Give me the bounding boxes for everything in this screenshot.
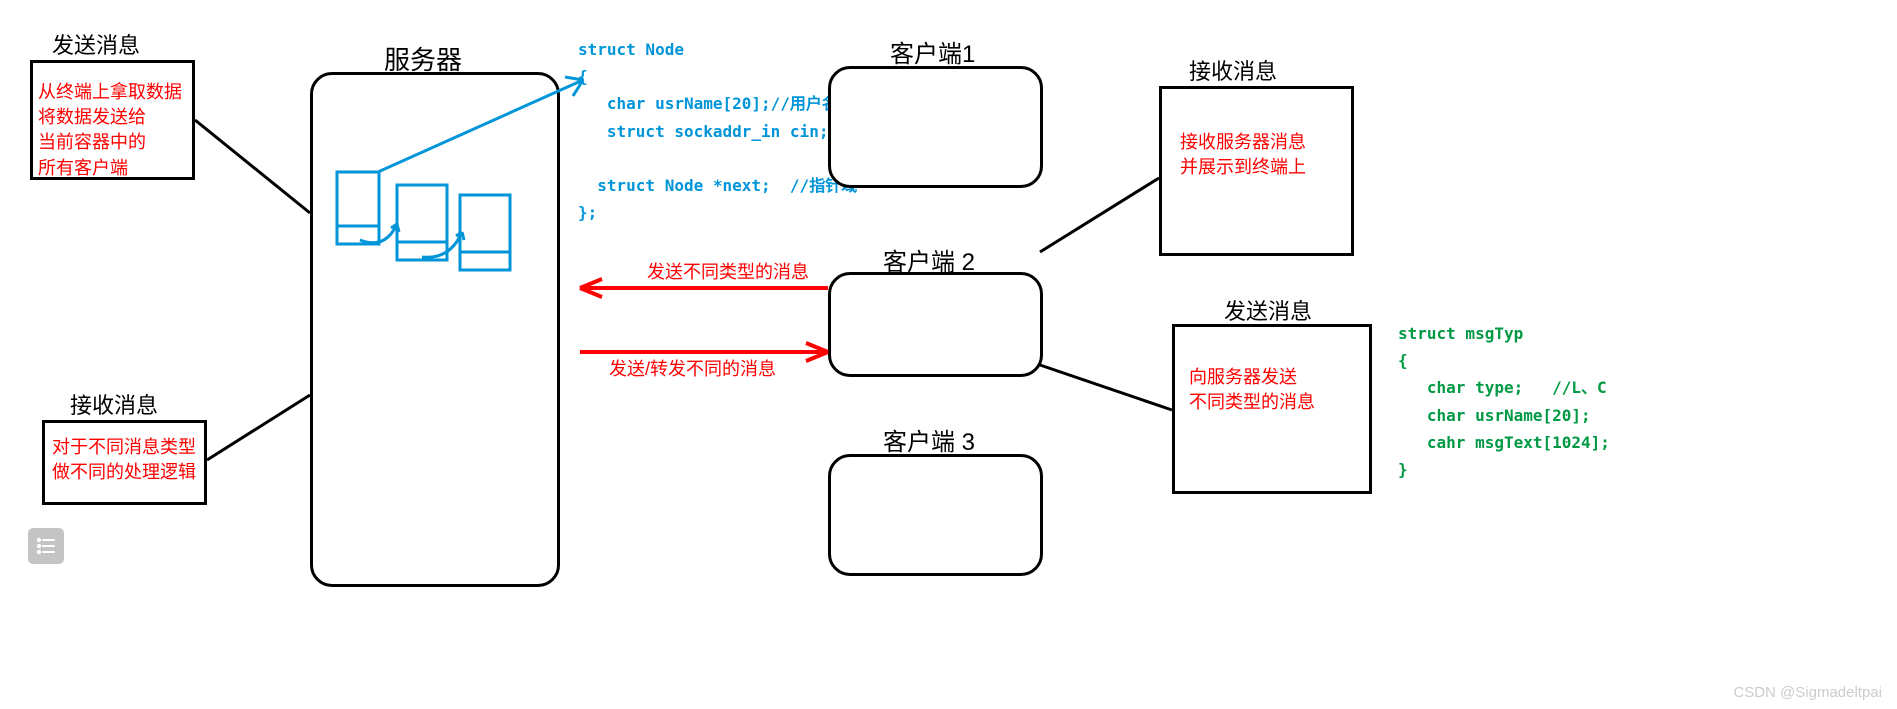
- client3-label: 客户端 3: [883, 422, 975, 457]
- client3-box: [828, 454, 1043, 576]
- watermark: CSDN @Sigmadeltpai: [1733, 684, 1882, 701]
- server-box: [310, 72, 560, 587]
- recv-note-left: 对于不同消息类型 做不同的处理逻辑: [52, 435, 196, 485]
- arrow-bottom-label: 发送/转发不同的消息: [609, 357, 776, 382]
- send-note-right: 向服务器发送 不同类型的消息: [1189, 365, 1315, 415]
- send-label-right: 发送消息: [1224, 294, 1312, 326]
- struct-node-code: struct Node { char usrName[20];//用户名 str…: [578, 36, 857, 226]
- recv-note-right: 接收服务器消息 并展示到终端上: [1180, 130, 1306, 180]
- toc-button[interactable]: [28, 528, 64, 564]
- recv-label-right: 接收消息: [1189, 54, 1277, 86]
- send-label-left: 发送消息: [52, 28, 140, 60]
- client1-label: 客户端1: [890, 34, 975, 69]
- arrow-top-label: 发送不同类型的消息: [647, 260, 809, 285]
- struct-msg-code: struct msgTyp { char type; //L、C char us…: [1398, 320, 1610, 483]
- list-icon: [36, 537, 56, 555]
- recv-label-left: 接收消息: [70, 388, 158, 420]
- client1-box: [828, 66, 1043, 188]
- send-note-left: 从终端上拿取数据 将数据发送给 当前容器中的 所有客户端: [38, 80, 182, 181]
- client2-box: [828, 272, 1043, 377]
